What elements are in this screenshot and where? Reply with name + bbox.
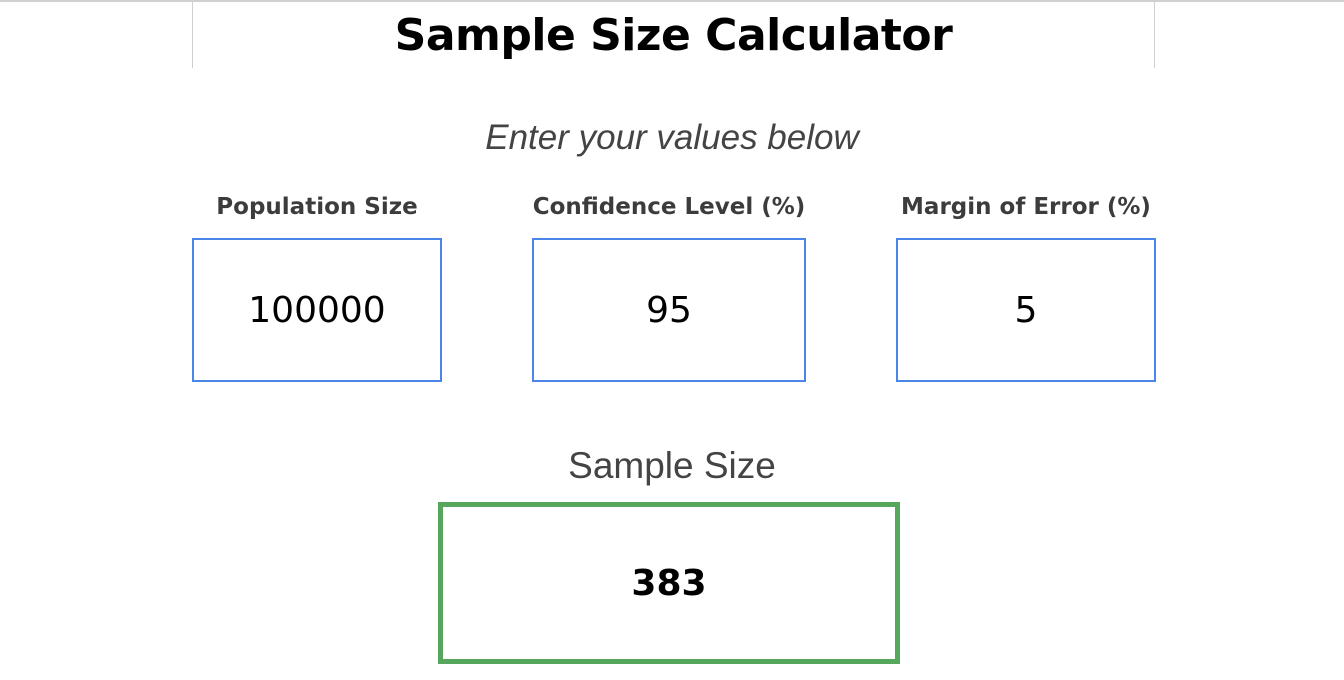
sample-size-label: Sample Size [568, 445, 776, 486]
population-size-label: Population Size [216, 194, 418, 220]
page-title: Sample Size Calculator [394, 10, 953, 61]
confidence-level-label: Confidence Level (%) [532, 194, 806, 220]
margin-of-error-label: Margin of Error (%) [901, 194, 1151, 220]
sample-size-result: 383 [438, 502, 900, 664]
instructions-text: Enter your values below [485, 118, 859, 157]
population-size-input[interactable]: 100000 [192, 238, 442, 382]
margin-of-error-input[interactable]: 5 [896, 238, 1156, 382]
confidence-level-input[interactable]: 95 [532, 238, 806, 382]
title-cell: Sample Size Calculator [192, 2, 1155, 68]
